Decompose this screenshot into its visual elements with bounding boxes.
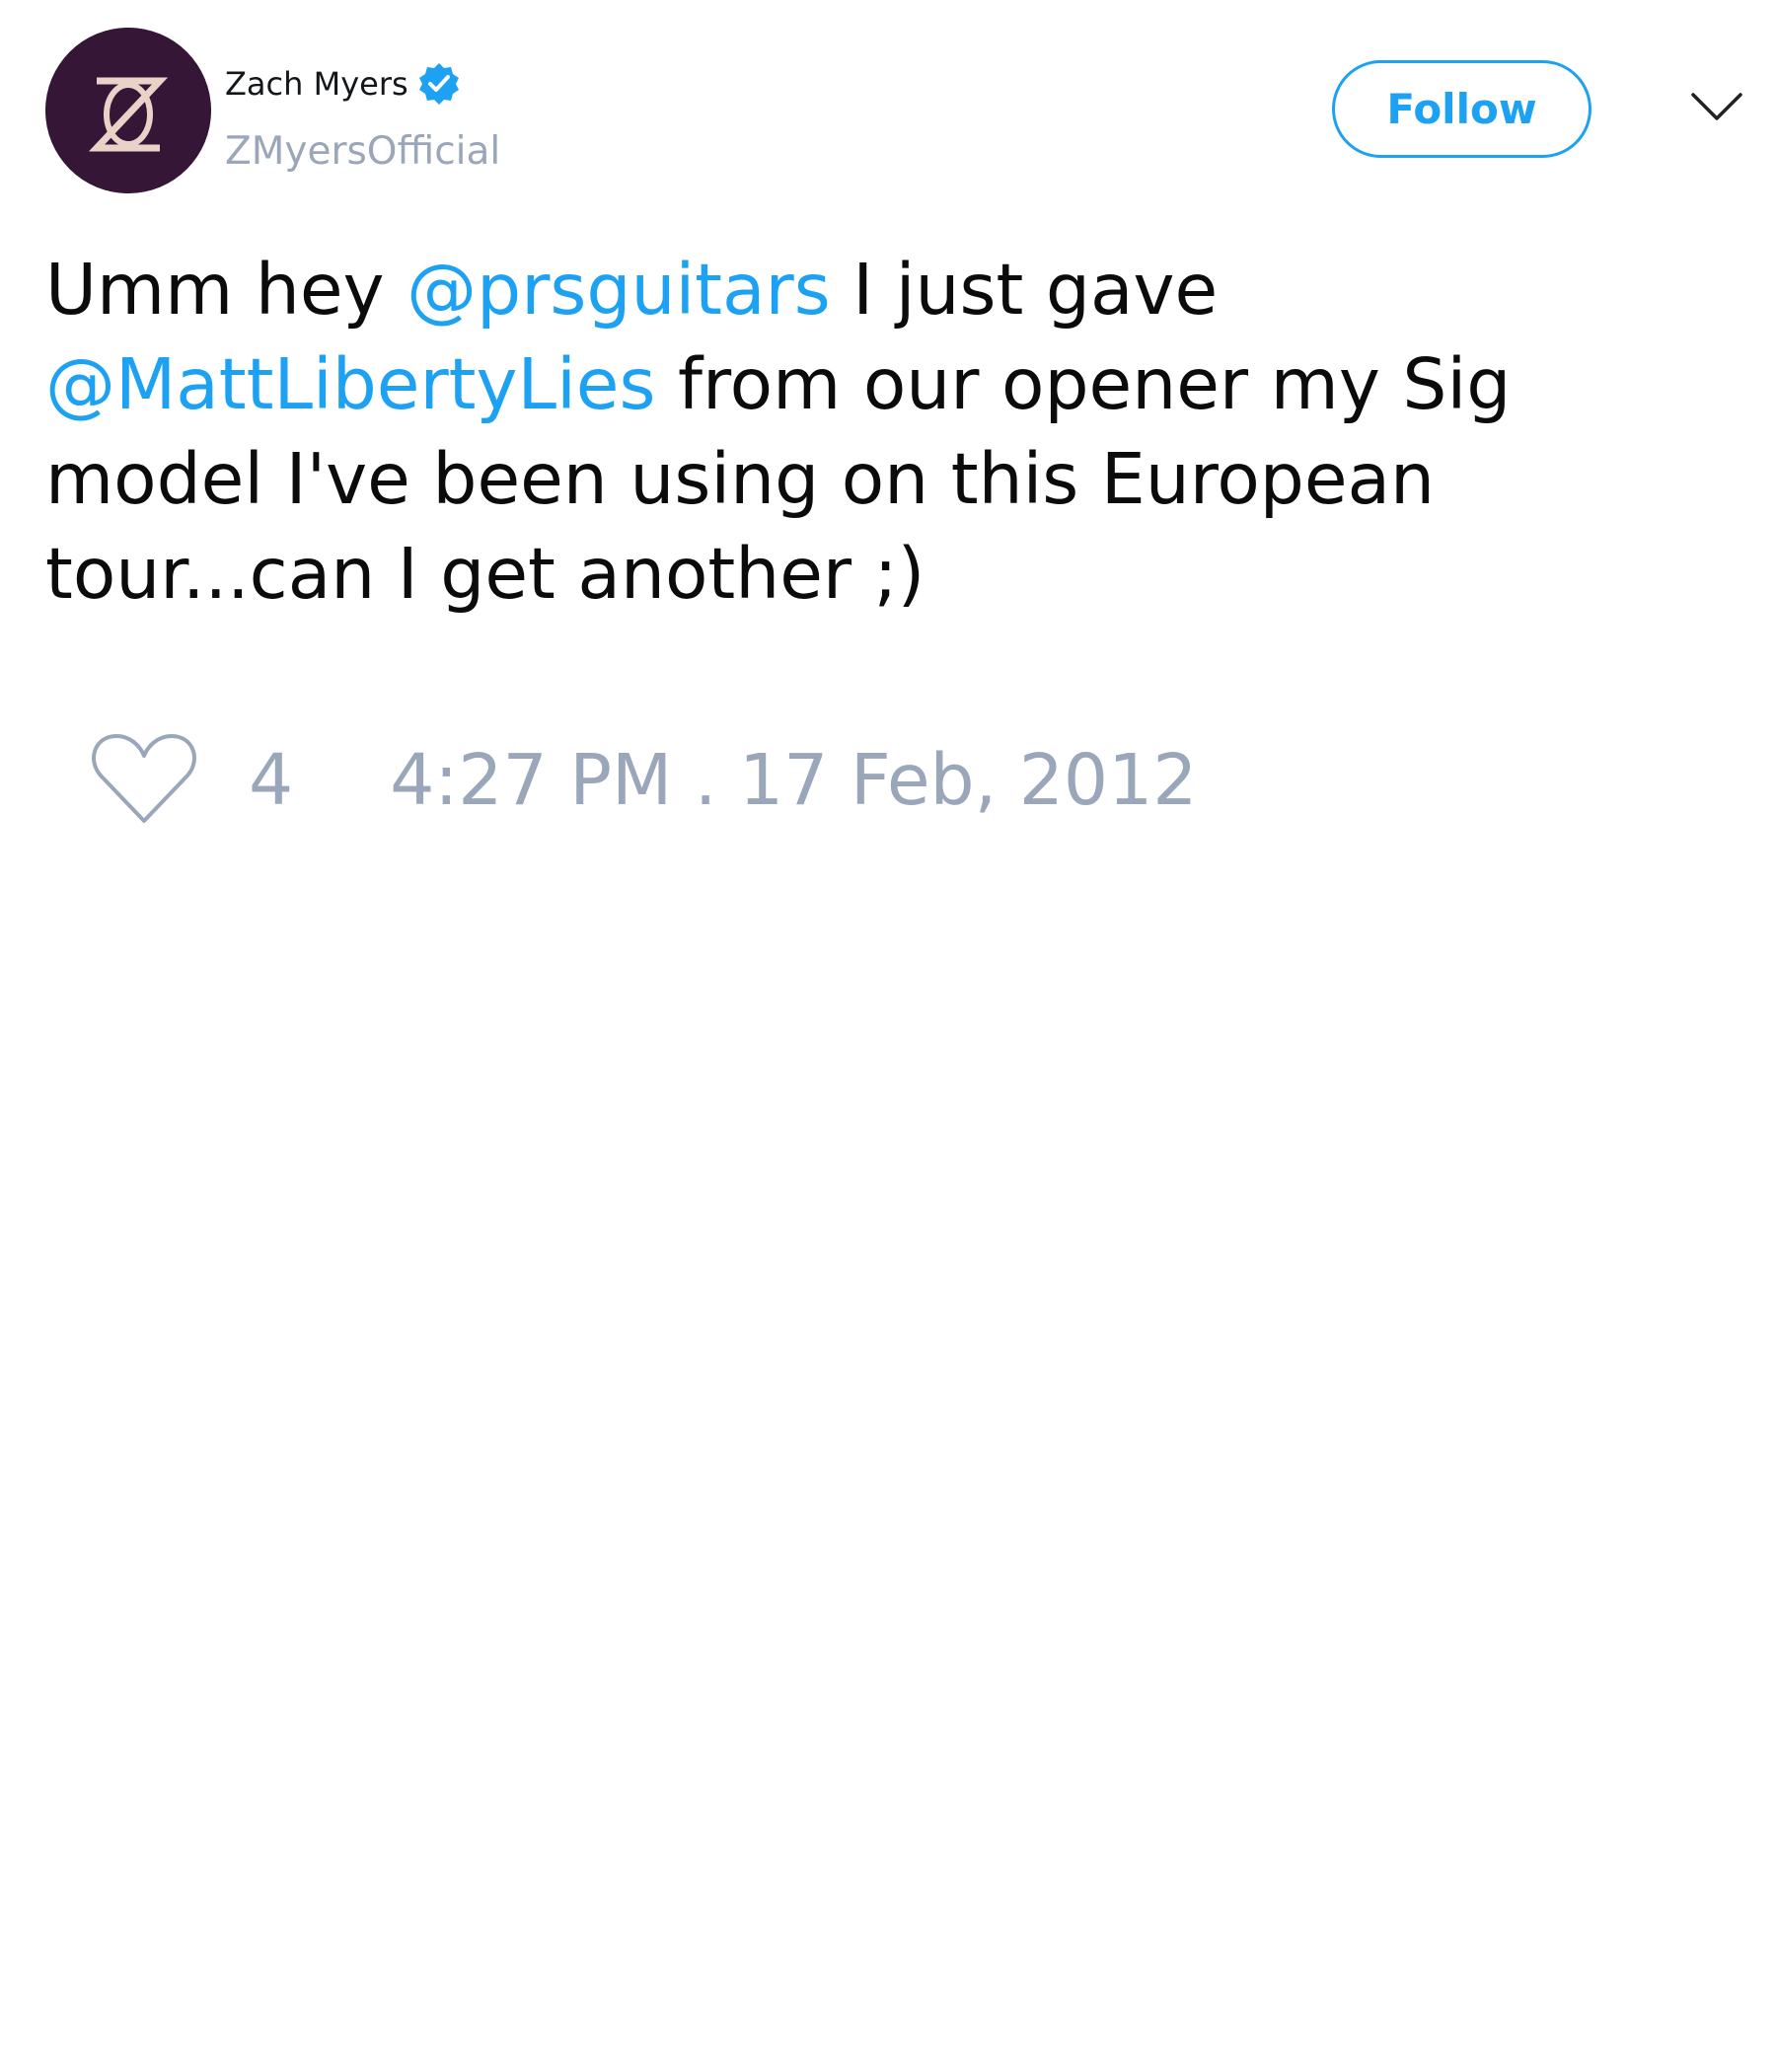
mention-link-prsguitars[interactable]: @prsguitars (407, 249, 831, 331)
user-handle[interactable]: ZMyersOfficial (225, 124, 500, 180)
heart-icon[interactable] (89, 730, 199, 829)
like-count: 4 (249, 738, 294, 821)
mention-link-mattlibertylies[interactable]: @MattLibertyLies (45, 343, 655, 425)
zm-logo-icon (45, 28, 211, 193)
avatar[interactable] (45, 28, 211, 193)
verified-badge-icon (416, 61, 462, 107)
tweet-text: Umm hey @prsguitars I just gave @MattLib… (45, 243, 1742, 622)
user-name-row: Zach Myers (225, 61, 462, 107)
follow-button[interactable]: Follow (1332, 60, 1591, 158)
timestamp[interactable]: 4:27 PM . 17 Feb, 2012 (390, 739, 1197, 821)
tweet-text-segment: I just gave (830, 249, 1219, 331)
tweet-text-segment: Umm hey (45, 249, 407, 331)
tweet-footer: 4 4:27 PM . 17 Feb, 2012 (89, 725, 1197, 834)
display-name[interactable]: Zach Myers (225, 61, 408, 107)
chevron-down-icon[interactable] (1689, 85, 1744, 130)
